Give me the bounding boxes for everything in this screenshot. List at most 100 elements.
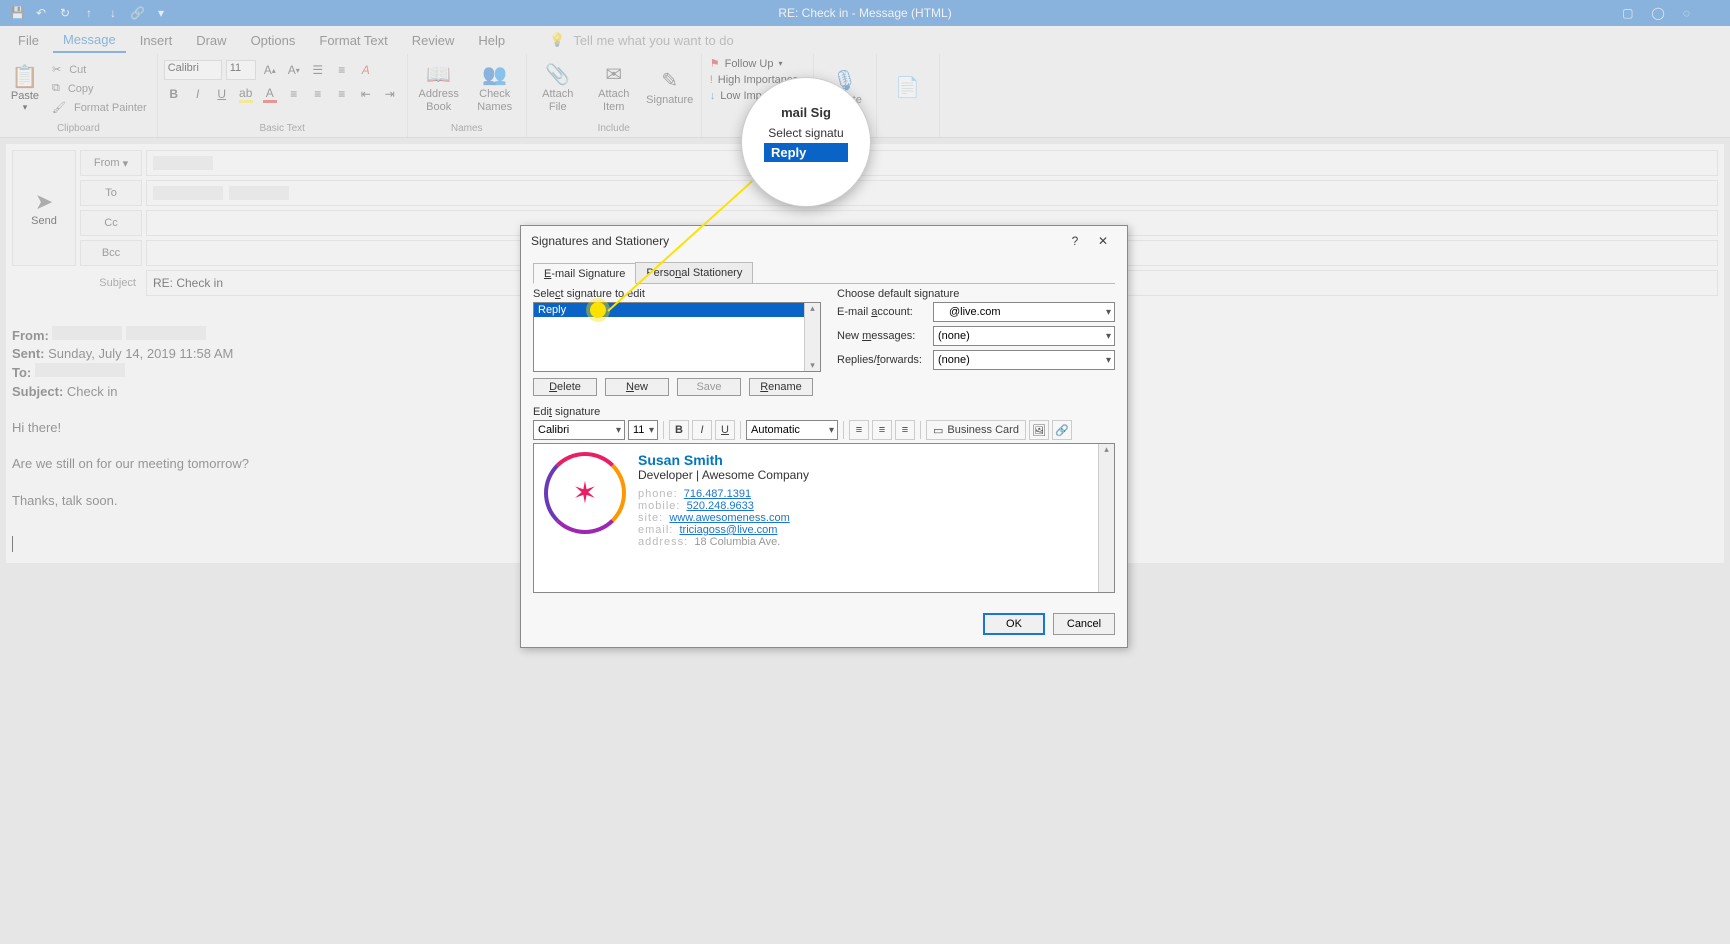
menu-help[interactable]: Help — [468, 29, 515, 52]
highlight-button[interactable]: ab — [236, 84, 256, 104]
menu-draw[interactable]: Draw — [186, 29, 236, 52]
extra-button[interactable]: 📄 — [883, 77, 933, 101]
rename-button[interactable]: Rename — [749, 378, 813, 396]
sig-email[interactable]: triciagoss@live.com — [679, 524, 777, 536]
font-color-button[interactable]: A — [260, 84, 280, 104]
undo-icon[interactable]: ↶ — [34, 6, 48, 20]
business-card-button[interactable]: ▭Business Card — [926, 420, 1026, 440]
down-icon[interactable]: ↓ — [106, 6, 120, 20]
user-icon[interactable]: ◯ — [1651, 6, 1664, 20]
signature-list[interactable]: Reply ▴▾ — [533, 302, 821, 372]
editor-image-button[interactable]: 🖼 — [1029, 420, 1049, 440]
attach-file-button[interactable]: 📎Attach File — [533, 64, 583, 112]
sig-site[interactable]: www.awesomeness.com — [669, 512, 789, 524]
ok-button[interactable]: OK — [983, 613, 1045, 635]
bullets-button[interactable]: ☰ — [308, 60, 328, 80]
ribbon-group-extra: 📄 — [877, 54, 940, 137]
format-painter-button[interactable]: 🖌Format Painter — [48, 99, 151, 116]
numbering-button[interactable]: ≡ — [332, 60, 352, 80]
editor-italic-button[interactable]: I — [692, 420, 712, 440]
qa-more-icon[interactable]: ▾ — [154, 6, 168, 20]
to-button[interactable]: To — [80, 180, 142, 206]
cut-button[interactable]: ✂Cut — [48, 61, 151, 78]
editor-align-center-button[interactable]: ≡ — [872, 420, 892, 440]
editor-font-combo[interactable]: Calibri — [533, 420, 625, 440]
redo-icon[interactable]: ↻ — [58, 6, 72, 20]
min-icon[interactable]: ▢ — [1622, 6, 1633, 20]
up-icon[interactable]: ↑ — [82, 6, 96, 20]
indent-button[interactable]: ⇥ — [380, 84, 400, 104]
menu-message[interactable]: Message — [53, 28, 126, 53]
flag-icon: ⚑ — [710, 57, 720, 70]
dialog-close-button[interactable]: ✕ — [1089, 234, 1117, 248]
menu-review[interactable]: Review — [402, 29, 465, 52]
to-field[interactable] — [146, 180, 1718, 206]
address-book-button[interactable]: 📖Address Book — [414, 64, 464, 112]
attach-item-button[interactable]: ✉Attach Item — [589, 64, 639, 112]
tab-email-signature[interactable]: E-mail Signature — [533, 263, 636, 284]
shrink-font-button[interactable]: A▾ — [284, 60, 304, 80]
copy-button[interactable]: ⧉Copy — [48, 80, 151, 97]
clear-format-button[interactable]: A — [356, 60, 376, 80]
redacted — [153, 156, 213, 170]
editor-align-right-button[interactable]: ≡ — [895, 420, 915, 440]
check-names-button[interactable]: 👥Check Names — [470, 64, 520, 112]
signature-editor[interactable]: ✶ Susan Smith Developer | Awesome Compan… — [533, 443, 1115, 593]
scroll-up-icon[interactable]: ▴ — [810, 303, 815, 314]
follow-up-button[interactable]: ⚑Follow Up▾ — [708, 56, 785, 71]
from-field[interactable] — [146, 150, 1718, 176]
paste-button[interactable]: 📋 Paste ▾ — [6, 64, 44, 113]
dialog-help-button[interactable]: ? — [1061, 234, 1089, 248]
sig-mobile[interactable]: 520.248.9633 — [687, 500, 754, 512]
bold-button[interactable]: B — [164, 84, 184, 104]
email-account-combo[interactable]: xx@live.com — [933, 302, 1115, 322]
tell-me-search[interactable]: 💡 Tell me what you want to do — [549, 32, 734, 48]
font-size-select[interactable]: 11 — [226, 60, 256, 80]
editor-link-button[interactable]: 🔗 — [1052, 420, 1072, 440]
sig-role: Developer | Awesome Company — [638, 468, 809, 482]
editor-color-combo[interactable]: Automatic — [746, 420, 838, 440]
ribbon-group-basic-text: Calibri 11 A▴ A▾ ☰ ≡ A B I U ab A ≡ ≡ ≡ … — [158, 54, 408, 137]
replies-label: Replies/forwards: — [837, 354, 933, 366]
send-button[interactable]: ➤ Send — [12, 150, 76, 266]
scroll-down-icon[interactable]: ▾ — [810, 360, 815, 371]
help-ring-icon[interactable]: ◌ — [1683, 6, 1690, 20]
italic-button[interactable]: I — [188, 84, 208, 104]
sig-phone[interactable]: 716.487.1391 — [684, 488, 751, 500]
menu-format[interactable]: Format Text — [309, 29, 397, 52]
replies-combo[interactable]: (none) — [933, 350, 1115, 370]
outdent-button[interactable]: ⇤ — [356, 84, 376, 104]
signature-list-item[interactable]: Reply — [534, 303, 820, 317]
new-messages-combo[interactable]: (none) — [933, 326, 1115, 346]
scrollbar[interactable]: ▴▾ — [804, 303, 820, 371]
tab-personal-stationery[interactable]: Personal Stationery — [635, 262, 753, 283]
new-button[interactable]: New — [605, 378, 669, 396]
save-icon[interactable]: 💾 — [10, 6, 24, 20]
align-left-button[interactable]: ≡ — [284, 84, 304, 104]
menu-file[interactable]: File — [8, 29, 49, 52]
cc-button[interactable]: Cc — [80, 210, 142, 236]
editor-scrollbar[interactable]: ▴ — [1098, 444, 1114, 592]
align-right-button[interactable]: ≡ — [332, 84, 352, 104]
editor-align-left-button[interactable]: ≡ — [849, 420, 869, 440]
attach-icon[interactable]: 🔗 — [130, 6, 144, 20]
menu-options[interactable]: Options — [241, 29, 306, 52]
grow-font-button[interactable]: A▴ — [260, 60, 280, 80]
signature-button[interactable]: ✎Signature — [645, 70, 695, 106]
pen-icon: ✎ — [661, 70, 678, 92]
editor-underline-button[interactable]: U — [715, 420, 735, 440]
underline-button[interactable]: U — [212, 84, 232, 104]
cancel-button[interactable]: Cancel — [1053, 613, 1115, 635]
bcc-button[interactable]: Bcc — [80, 240, 142, 266]
font-name-select[interactable]: Calibri — [164, 60, 222, 80]
subject-label: Subject — [80, 270, 142, 296]
paste-icon: 📋 — [11, 64, 38, 90]
editor-size-combo[interactable]: 11 — [628, 420, 658, 440]
signature-text: Susan Smith Developer | Awesome Company … — [638, 452, 809, 584]
menu-insert[interactable]: Insert — [130, 29, 183, 52]
from-button[interactable]: From ▾ — [80, 150, 142, 176]
align-center-button[interactable]: ≡ — [308, 84, 328, 104]
chevron-down-icon: ▾ — [779, 59, 783, 68]
editor-bold-button[interactable]: B — [669, 420, 689, 440]
delete-button[interactable]: Delete — [533, 378, 597, 396]
